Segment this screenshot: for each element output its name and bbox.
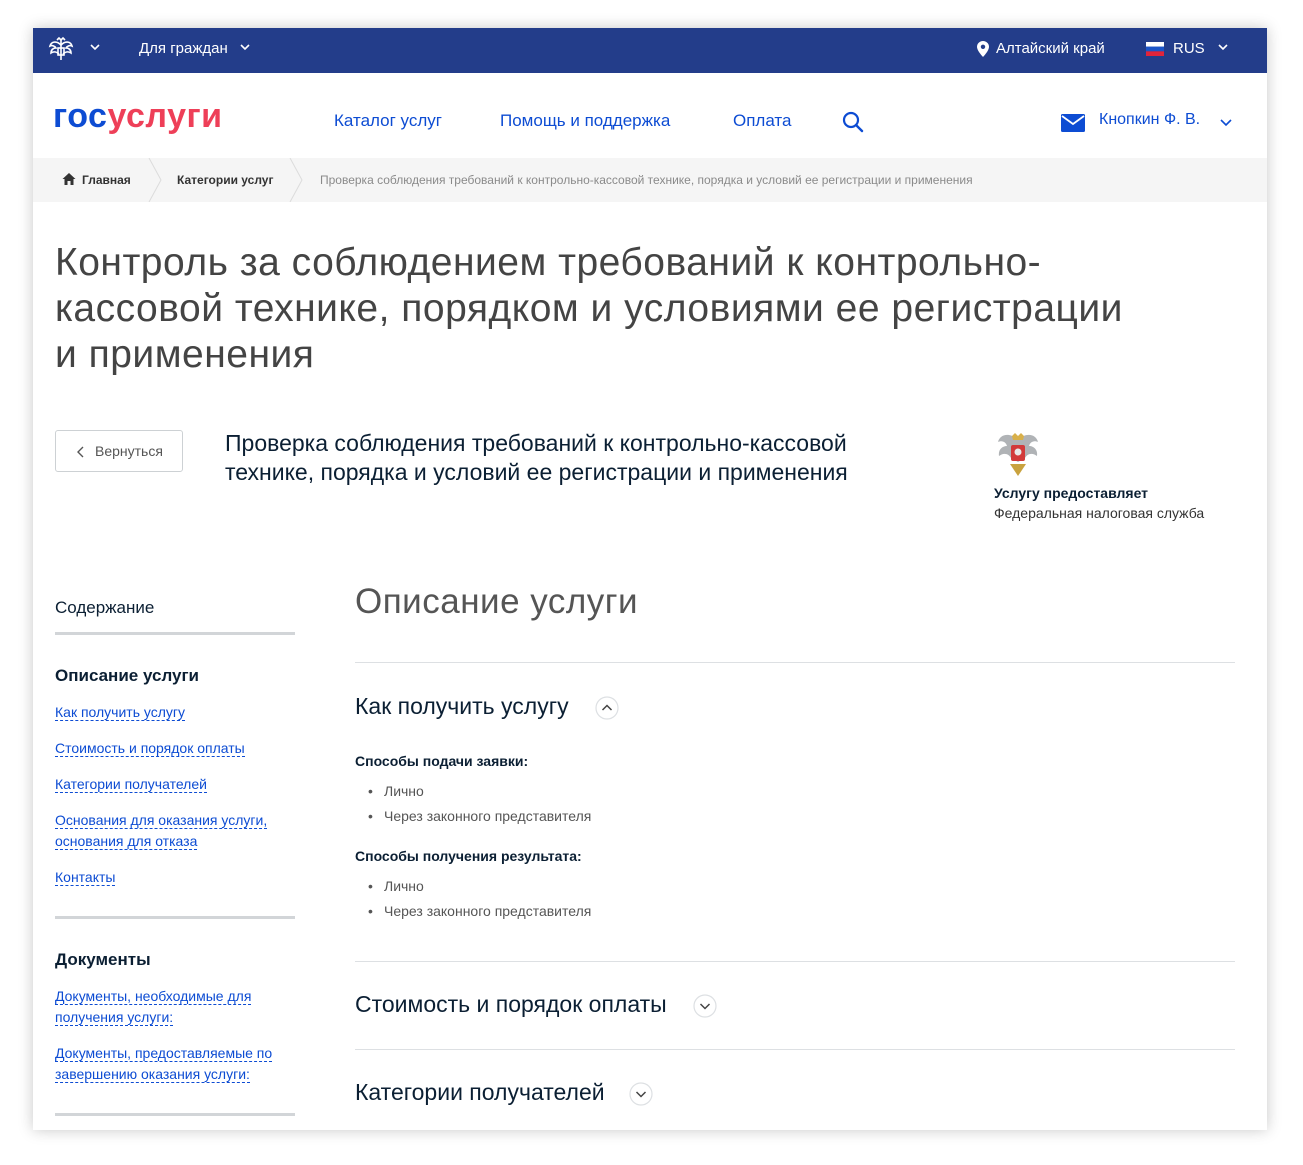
divider <box>355 961 1235 962</box>
nav-catalog[interactable]: Каталог услуг <box>334 111 442 131</box>
sidebar-link-label: Стоимость и порядок оплаты <box>55 740 245 757</box>
divider <box>55 1113 295 1116</box>
chevron-down-icon[interactable] <box>629 1082 653 1106</box>
list-item: Через законного представителя <box>368 808 592 824</box>
chevron-down-icon[interactable] <box>239 41 251 53</box>
breadcrumb-separator <box>148 158 162 202</box>
nav-help[interactable]: Помощь и поддержка <box>500 111 670 131</box>
back-button[interactable]: Вернуться <box>55 430 183 472</box>
mail-icon[interactable] <box>1061 114 1085 132</box>
provider-name: Федеральная налоговая служба <box>994 505 1205 521</box>
logo-part-gos: гос <box>53 97 108 135</box>
chevron-down-icon[interactable] <box>89 41 101 53</box>
sidebar-link-contacts[interactable]: Контакты <box>55 867 295 888</box>
chevron-down-icon[interactable] <box>693 994 717 1018</box>
chevron-up-icon[interactable] <box>595 696 619 720</box>
page-title: Контроль за соблюдением требований к кон… <box>55 241 1123 376</box>
submission-methods-heading: Способы подачи заявки: <box>355 753 529 769</box>
home-icon[interactable] <box>62 172 76 186</box>
sidebar-link-label: Основания для оказания услуги, основания… <box>55 812 268 850</box>
list-item-text: Через законного представителя <box>384 808 592 824</box>
user-menu[interactable]: Кнопкин Ф. В. <box>1099 111 1200 129</box>
gosuslugi-logo[interactable]: госуслуги <box>53 97 223 136</box>
sidebar-link-label: Документы, предоставляемые по завершению… <box>55 1045 273 1083</box>
sidebar-link-label: Категории получателей <box>55 776 207 793</box>
breadcrumb-separator <box>289 158 303 202</box>
sidebar-link-label: Как получить услугу <box>55 704 186 721</box>
coat-of-arms-icon <box>998 433 1038 476</box>
sidebar-link-how-to-get[interactable]: Как получить услугу <box>55 702 295 723</box>
sidebar-section-description: Описание услуги <box>55 666 200 685</box>
result-methods-heading: Способы получения результата: <box>355 848 582 864</box>
nav-payment[interactable]: Оплата <box>733 111 791 131</box>
list-item-text: Через законного представителя <box>384 903 592 919</box>
search-icon[interactable] <box>841 110 865 134</box>
sidebar-link-result-docs[interactable]: Документы, предоставляемые по завершению… <box>55 1043 295 1085</box>
sidebar-link-label: Документы, необходимые для получения усл… <box>55 988 252 1026</box>
logo-part-uslugi: услуги <box>107 97 223 135</box>
breadcrumb-current: Проверка соблюдения требований к контрол… <box>320 173 973 187</box>
breadcrumb-home[interactable]: Главная <box>82 173 131 187</box>
sidebar-link-cost[interactable]: Стоимость и порядок оплаты <box>55 738 295 759</box>
language-selector[interactable]: RUS <box>1173 40 1205 57</box>
flag-icon[interactable] <box>1146 42 1164 56</box>
divider <box>55 632 295 635</box>
site-header: госуслуги Каталог услуг Помощь и поддерж… <box>33 73 1267 158</box>
list-item: Лично <box>368 783 424 799</box>
emblem-icon[interactable] <box>47 36 75 64</box>
accordion-recipients-title[interactable]: Категории получателей <box>355 1079 605 1106</box>
provider-label: Услугу предоставляет <box>994 485 1149 501</box>
top-bar: Для граждан Алтайский край RUS <box>33 28 1267 73</box>
list-item: Через законного представителя <box>368 903 592 919</box>
list-item: Лично <box>368 878 424 894</box>
chevron-left-icon <box>77 446 84 458</box>
sidebar-link-grounds[interactable]: Основания для оказания услуги, основания… <box>55 810 295 852</box>
sidebar-link-recipients[interactable]: Категории получателей <box>55 774 295 795</box>
sidebar-link-required-docs[interactable]: Документы, необходимые для получения усл… <box>55 986 295 1028</box>
service-title: Проверка соблюдения требований к контрол… <box>225 430 848 485</box>
toc-title: Содержание <box>55 598 155 617</box>
divider <box>355 662 1235 663</box>
accordion-how-to-get-title[interactable]: Как получить услугу <box>355 693 569 720</box>
region-selector[interactable]: Алтайский край <box>996 40 1105 57</box>
accordion-cost-title[interactable]: Стоимость и порядок оплаты <box>355 991 667 1018</box>
location-pin-icon[interactable] <box>977 41 989 57</box>
breadcrumb-categories[interactable]: Категории услуг <box>177 173 273 187</box>
page: Для граждан Алтайский край RUS госуслуги… <box>33 28 1267 1130</box>
list-item-text: Лично <box>384 878 424 894</box>
back-button-label: Вернуться <box>95 443 163 459</box>
sidebar-link-label: Контакты <box>55 869 116 886</box>
list-item-text: Лично <box>384 783 424 799</box>
divider <box>55 916 295 919</box>
chevron-down-icon[interactable] <box>1217 41 1229 53</box>
section-title: Описание услуги <box>355 582 639 621</box>
breadcrumb: Главная Категории услуг Проверка соблюде… <box>33 158 1267 202</box>
sidebar-section-documents: Документы <box>55 950 151 969</box>
for-citizens-menu[interactable]: Для граждан <box>139 40 228 57</box>
divider <box>355 1049 1235 1050</box>
chevron-down-icon[interactable] <box>1219 115 1233 129</box>
